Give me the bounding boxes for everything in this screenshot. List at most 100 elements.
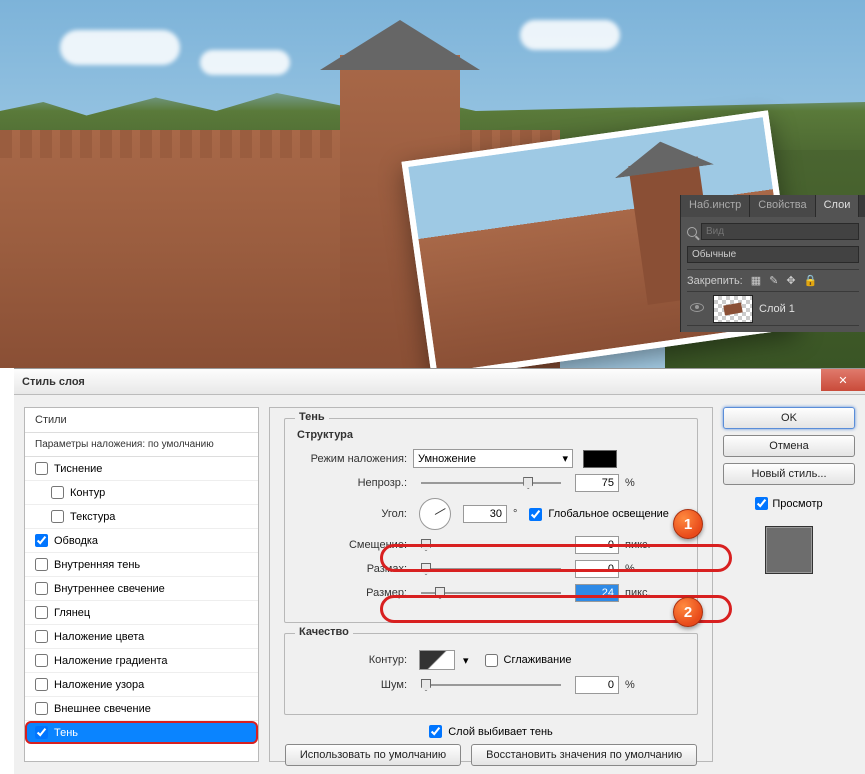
new-style-button[interactable]: Новый стиль...	[723, 463, 855, 485]
preview-checkbox[interactable]	[755, 497, 768, 510]
make-default-button[interactable]: Использовать по умолчанию	[285, 744, 461, 766]
layer-filter-input[interactable]	[701, 223, 859, 240]
tab-tool-presets[interactable]: Наб.инстр	[681, 195, 750, 217]
style-label: Тень	[54, 727, 78, 739]
size-slider[interactable]	[421, 592, 561, 594]
distance-unit: пикс.	[625, 539, 651, 551]
contour-chevron-icon[interactable]: ▾	[463, 654, 469, 667]
style-item-texture[interactable]: Текстура	[25, 505, 258, 529]
angle-dial[interactable]	[419, 498, 451, 530]
style-checkbox-bevel[interactable]	[35, 462, 48, 475]
style-item-gradient-overlay[interactable]: Наложение градиента	[25, 649, 258, 673]
style-checkbox-stroke[interactable]	[35, 534, 48, 547]
shadow-color-swatch[interactable]	[583, 450, 617, 468]
opacity-unit: %	[625, 477, 635, 489]
lock-all-icon[interactable]: 🔒	[804, 274, 818, 287]
style-item-drop-shadow[interactable]: Тень	[25, 721, 258, 744]
tab-properties[interactable]: Свойства	[750, 195, 815, 217]
preview-swatch	[765, 526, 813, 574]
style-checkbox-inner-shadow[interactable]	[35, 558, 48, 571]
close-button[interactable]: ✕	[821, 369, 865, 391]
style-item-stroke[interactable]: Обводка	[25, 529, 258, 553]
style-checkbox-contour[interactable]	[51, 486, 64, 499]
style-item-color-overlay[interactable]: Наложение цвета	[25, 625, 258, 649]
global-light-checkbox[interactable]	[529, 508, 542, 521]
spread-slider[interactable]	[421, 568, 561, 570]
annotation-callout-1: 1	[673, 509, 703, 539]
spread-unit: %	[625, 563, 635, 575]
angle-label: Угол:	[297, 508, 407, 520]
lock-transparency-icon[interactable]: ▦	[751, 274, 761, 287]
close-icon: ✕	[838, 374, 847, 387]
style-checkbox-outer-glow[interactable]	[35, 702, 48, 715]
style-label: Тиснение	[54, 463, 102, 475]
lock-label: Закрепить:	[687, 275, 743, 287]
style-checkbox-pattern-overlay[interactable]	[35, 678, 48, 691]
ok-button[interactable]: OK	[723, 407, 855, 429]
quality-subtitle: Качество	[295, 626, 353, 638]
eye-icon	[690, 303, 704, 312]
layer-thumbnail[interactable]	[713, 295, 753, 323]
styles-list-header[interactable]: Стили	[25, 408, 258, 433]
blend-mode-label: Режим наложения:	[297, 453, 407, 465]
contour-picker[interactable]	[419, 650, 455, 670]
style-checkbox-drop-shadow[interactable]	[35, 726, 48, 739]
layer-name-label[interactable]: Слой 1	[759, 303, 795, 315]
reset-default-button[interactable]: Восстановить значения по умолчанию	[471, 744, 697, 766]
style-item-bevel[interactable]: Тиснение	[25, 457, 258, 481]
tab-layers[interactable]: Слои	[816, 195, 860, 217]
style-checkbox-texture[interactable]	[51, 510, 64, 523]
style-item-contour[interactable]: Контур	[25, 481, 258, 505]
spread-label: Размах:	[297, 563, 407, 575]
style-checkbox-inner-glow[interactable]	[35, 582, 48, 595]
layer-visibility-toggle[interactable]	[687, 303, 707, 315]
style-label: Глянец	[54, 607, 90, 619]
style-label: Обводка	[54, 535, 98, 547]
cancel-button[interactable]: Отмена	[723, 435, 855, 457]
knockout-checkbox[interactable]	[429, 725, 442, 738]
style-item-inner-shadow[interactable]: Внутренняя тень	[25, 553, 258, 577]
style-label: Контур	[70, 487, 105, 499]
style-checkbox-gradient-overlay[interactable]	[35, 654, 48, 667]
styles-list: Стили Параметры наложения: по умолчанию …	[24, 407, 259, 762]
style-item-inner-glow[interactable]: Внутреннее свечение	[25, 577, 258, 601]
blend-mode-dropdown[interactable]: Умножение▾	[413, 449, 573, 468]
style-label: Внешнее свечение	[54, 703, 151, 715]
layer-blend-mode-select[interactable]: Обычные	[687, 246, 859, 263]
noise-unit: %	[625, 679, 635, 691]
opacity-input[interactable]	[575, 474, 619, 492]
section-title: Тень	[295, 411, 329, 423]
style-item-outer-glow[interactable]: Внешнее свечение	[25, 697, 258, 721]
chevron-down-icon: ▾	[562, 452, 568, 465]
dialog-title: Стиль слоя	[22, 376, 85, 388]
quality-fieldset: Качество Контур: ▾ Сглаживание Шум: %	[284, 633, 698, 715]
spread-input[interactable]	[575, 560, 619, 578]
noise-label: Шум:	[297, 679, 407, 691]
size-input[interactable]	[575, 584, 619, 602]
knockout-label: Слой выбивает тень	[448, 726, 553, 738]
dialog-titlebar[interactable]: Стиль слоя ✕	[14, 369, 865, 395]
antialias-label: Сглаживание	[504, 654, 572, 666]
opacity-slider[interactable]	[421, 482, 561, 484]
style-item-satin[interactable]: Глянец	[25, 601, 258, 625]
angle-input[interactable]	[463, 505, 507, 523]
contour-label: Контур:	[297, 654, 407, 666]
dialog-buttons-column: OK Отмена Новый стиль... Просмотр	[723, 407, 855, 762]
layer-style-dialog: Стиль слоя ✕ Стили Параметры наложения: …	[14, 368, 865, 774]
layers-panel: Наб.инстр Свойства Слои Обычные Закрепит…	[680, 195, 865, 332]
noise-input[interactable]	[575, 676, 619, 694]
search-icon	[687, 227, 697, 237]
lock-brush-icon[interactable]: ✎	[769, 274, 778, 287]
style-item-pattern-overlay[interactable]: Наложение узора	[25, 673, 258, 697]
blending-options-item[interactable]: Параметры наложения: по умолчанию	[25, 433, 258, 457]
preview-label: Просмотр	[772, 498, 822, 510]
distance-slider[interactable]	[421, 544, 561, 546]
style-label: Наложение градиента	[54, 655, 168, 667]
layer-row[interactable]: Слой 1	[687, 292, 859, 326]
distance-input[interactable]	[575, 536, 619, 554]
style-checkbox-color-overlay[interactable]	[35, 630, 48, 643]
lock-move-icon[interactable]: ✥	[786, 274, 795, 287]
style-checkbox-satin[interactable]	[35, 606, 48, 619]
antialias-checkbox[interactable]	[485, 654, 498, 667]
noise-slider[interactable]	[421, 684, 561, 686]
